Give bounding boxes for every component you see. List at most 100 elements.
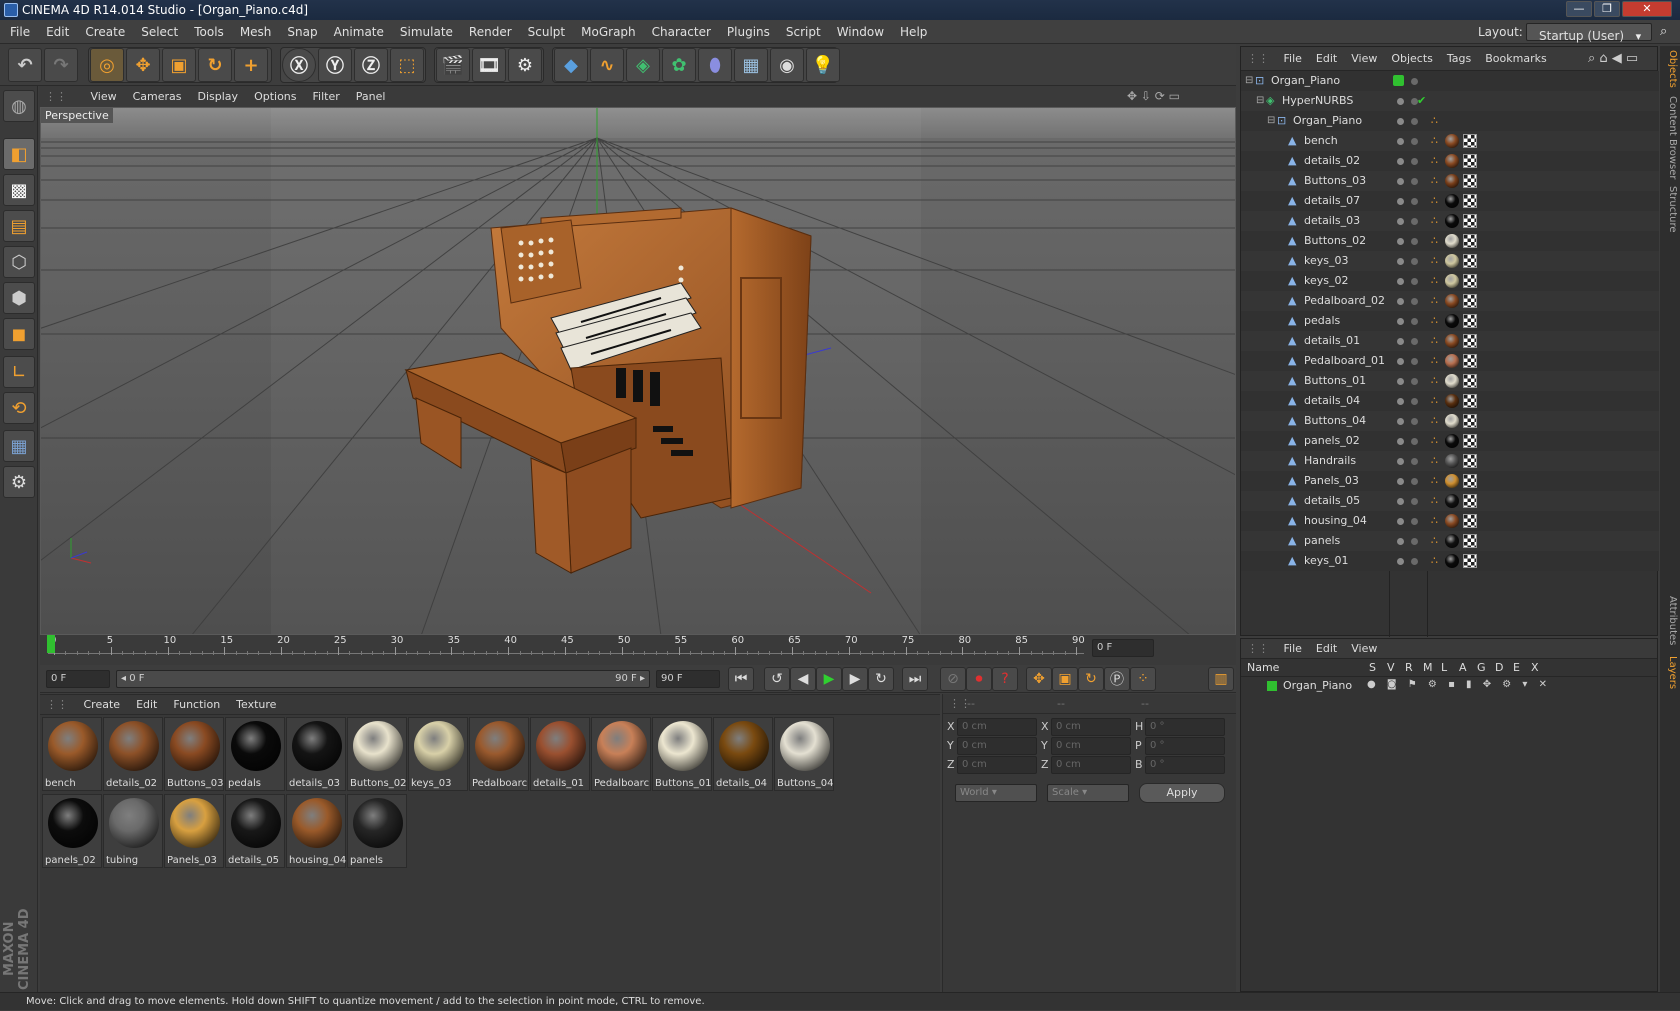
layer-row[interactable]: Organ_Piano ● ◙ ⚑ ⚙ ▪ ▮ ✥ ⚙ ▾ ✕	[1241, 677, 1657, 695]
editor-visibility-icon[interactable]	[1397, 138, 1404, 145]
render-visibility-icon[interactable]	[1411, 418, 1418, 425]
recent-tool-icon[interactable]: +	[234, 48, 268, 82]
editor-visibility-icon[interactable]	[1397, 438, 1404, 445]
material-tag-icon[interactable]	[1445, 394, 1459, 408]
render-visibility-icon[interactable]	[1411, 338, 1418, 345]
redo-icon[interactable]: ↷	[44, 48, 78, 82]
uvw-tag-icon[interactable]	[1463, 534, 1477, 548]
menu-help[interactable]: Help	[892, 20, 935, 44]
uvw-tag-icon[interactable]	[1463, 294, 1477, 308]
viewport-nav-icons[interactable]: ✥ ⇩ ⟳ ▭	[1119, 86, 1188, 107]
render-visibility-icon[interactable]	[1411, 138, 1418, 145]
render-visibility-icon[interactable]	[1411, 178, 1418, 185]
editor-visibility-icon[interactable]	[1397, 278, 1404, 285]
render-settings-icon[interactable]: ⚙	[508, 48, 542, 82]
material-swatch[interactable]: tubing	[103, 794, 163, 868]
render-visibility-icon[interactable]	[1411, 238, 1418, 245]
axis-mode-icon[interactable]: ∟	[3, 356, 35, 388]
phong-tag-icon[interactable]: ∴	[1431, 291, 1438, 311]
material-tag-icon[interactable]	[1445, 374, 1459, 388]
x-axis-lock-icon[interactable]: Ⓧ	[282, 48, 316, 82]
render-visibility-icon[interactable]	[1411, 198, 1418, 205]
uvw-tag-icon[interactable]	[1463, 554, 1477, 568]
object-search-icons[interactable]: ⌕ ⌂ ◀ ▭	[1581, 47, 1645, 71]
object-menu-objects[interactable]: Objects	[1384, 47, 1440, 71]
previous-frame-icon[interactable]: ◀	[790, 667, 816, 691]
render-visibility-icon[interactable]	[1411, 218, 1418, 225]
render-visibility-icon[interactable]	[1411, 398, 1418, 405]
material-tag-icon[interactable]	[1445, 214, 1459, 228]
editor-visibility-icon[interactable]	[1397, 458, 1404, 465]
uvw-tag-icon[interactable]	[1463, 394, 1477, 408]
editor-visibility-icon[interactable]	[1397, 298, 1404, 305]
editor-visibility-icon[interactable]	[1397, 498, 1404, 505]
current-frame-field[interactable]: 0 F	[1092, 639, 1154, 657]
side-tab-attributes[interactable]: Attributes	[1662, 596, 1678, 645]
render-visibility-icon[interactable]	[1411, 498, 1418, 505]
rotation-field[interactable]: 0 °	[1145, 756, 1225, 774]
menu-select[interactable]: Select	[133, 20, 186, 44]
layer-column-r[interactable]: R	[1405, 661, 1413, 674]
size-mode-dropdown[interactable]: Scale ▾	[1047, 784, 1129, 802]
object-row[interactable]: ▲ Buttons_04 ∴	[1241, 411, 1659, 431]
coordinate-space-dropdown[interactable]: World ▾	[955, 784, 1037, 802]
phong-tag-icon[interactable]: ∴	[1431, 271, 1438, 291]
material-tag-icon[interactable]	[1445, 514, 1459, 528]
playhead[interactable]	[47, 635, 55, 653]
live-selection-icon[interactable]: ◎	[90, 48, 124, 82]
layer-column-d[interactable]: D	[1495, 661, 1503, 674]
rotate-icon[interactable]: ↻	[198, 48, 232, 82]
object-row[interactable]: ▲ panels ∴	[1241, 531, 1659, 551]
render-visibility-icon[interactable]	[1411, 318, 1418, 325]
phong-tag-icon[interactable]: ∴	[1431, 351, 1438, 371]
uvw-tag-icon[interactable]	[1463, 374, 1477, 388]
render-visibility-icon[interactable]	[1411, 118, 1418, 125]
object-row[interactable]: ▲ keys_03 ∴	[1241, 251, 1659, 271]
go-to-start-icon[interactable]: ⏮	[728, 667, 754, 691]
next-key-icon[interactable]: ↻	[868, 667, 894, 691]
editor-visibility-icon[interactable]	[1397, 358, 1404, 365]
editor-visibility-icon[interactable]	[1397, 558, 1404, 565]
phong-tag-icon[interactable]: ∴	[1431, 151, 1438, 171]
render-visibility-icon[interactable]	[1411, 518, 1418, 525]
phong-tag-icon[interactable]: ∴	[1431, 231, 1438, 251]
object-row[interactable]: ▲ panels_02 ∴	[1241, 431, 1659, 451]
object-row[interactable]: ▲ Handrails ∴	[1241, 451, 1659, 471]
menu-render[interactable]: Render	[461, 20, 520, 44]
uvw-tag-icon[interactable]	[1463, 474, 1477, 488]
menu-edit[interactable]: Edit	[38, 20, 77, 44]
render-visibility-icon[interactable]	[1411, 558, 1418, 565]
object-row[interactable]: ▲ details_01 ∴	[1241, 331, 1659, 351]
material-tag-icon[interactable]	[1445, 314, 1459, 328]
editor-visibility-icon[interactable]	[1397, 478, 1404, 485]
object-menu-file[interactable]: File	[1277, 47, 1309, 71]
phong-tag-icon[interactable]: ∴	[1431, 431, 1438, 451]
editor-visibility-icon[interactable]	[1397, 378, 1404, 385]
material-tag-icon[interactable]	[1445, 494, 1459, 508]
material-swatch[interactable]: details_04	[713, 717, 773, 791]
enabled-check-icon[interactable]: ✔	[1417, 91, 1426, 111]
menu-simulate[interactable]: Simulate	[392, 20, 461, 44]
render-visibility-icon[interactable]	[1411, 478, 1418, 485]
cube-icon[interactable]: ◆	[554, 48, 588, 82]
snap-icon[interactable]: ▦	[3, 430, 35, 462]
uvw-tag-icon[interactable]	[1463, 334, 1477, 348]
material-swatch[interactable]: Pedalboarc	[469, 717, 529, 791]
phong-tag-icon[interactable]: ∴	[1431, 551, 1438, 571]
range-slider[interactable]: ◂ 0 F 90 F ▸	[116, 670, 650, 688]
object-row[interactable]: ▲ details_03 ∴	[1241, 211, 1659, 231]
scale-icon[interactable]: ▣	[162, 48, 196, 82]
editor-visibility-icon[interactable]	[1397, 518, 1404, 525]
editor-visibility-icon[interactable]	[1397, 178, 1404, 185]
object-menu-tags[interactable]: Tags	[1440, 47, 1478, 71]
uvw-tag-icon[interactable]	[1463, 174, 1477, 188]
menu-create[interactable]: Create	[77, 20, 133, 44]
editor-visibility-icon[interactable]	[1397, 218, 1404, 225]
object-row[interactable]: ▲ keys_02 ∴	[1241, 271, 1659, 291]
array-icon[interactable]: ✿	[662, 48, 696, 82]
phong-tag-icon[interactable]: ∴	[1431, 531, 1438, 551]
3d-viewport[interactable]: Perspective	[40, 107, 1236, 635]
object-row[interactable]: ▲ details_05 ∴	[1241, 491, 1659, 511]
material-tag-icon[interactable]	[1445, 154, 1459, 168]
object-menu-bookmarks[interactable]: Bookmarks	[1478, 47, 1553, 71]
